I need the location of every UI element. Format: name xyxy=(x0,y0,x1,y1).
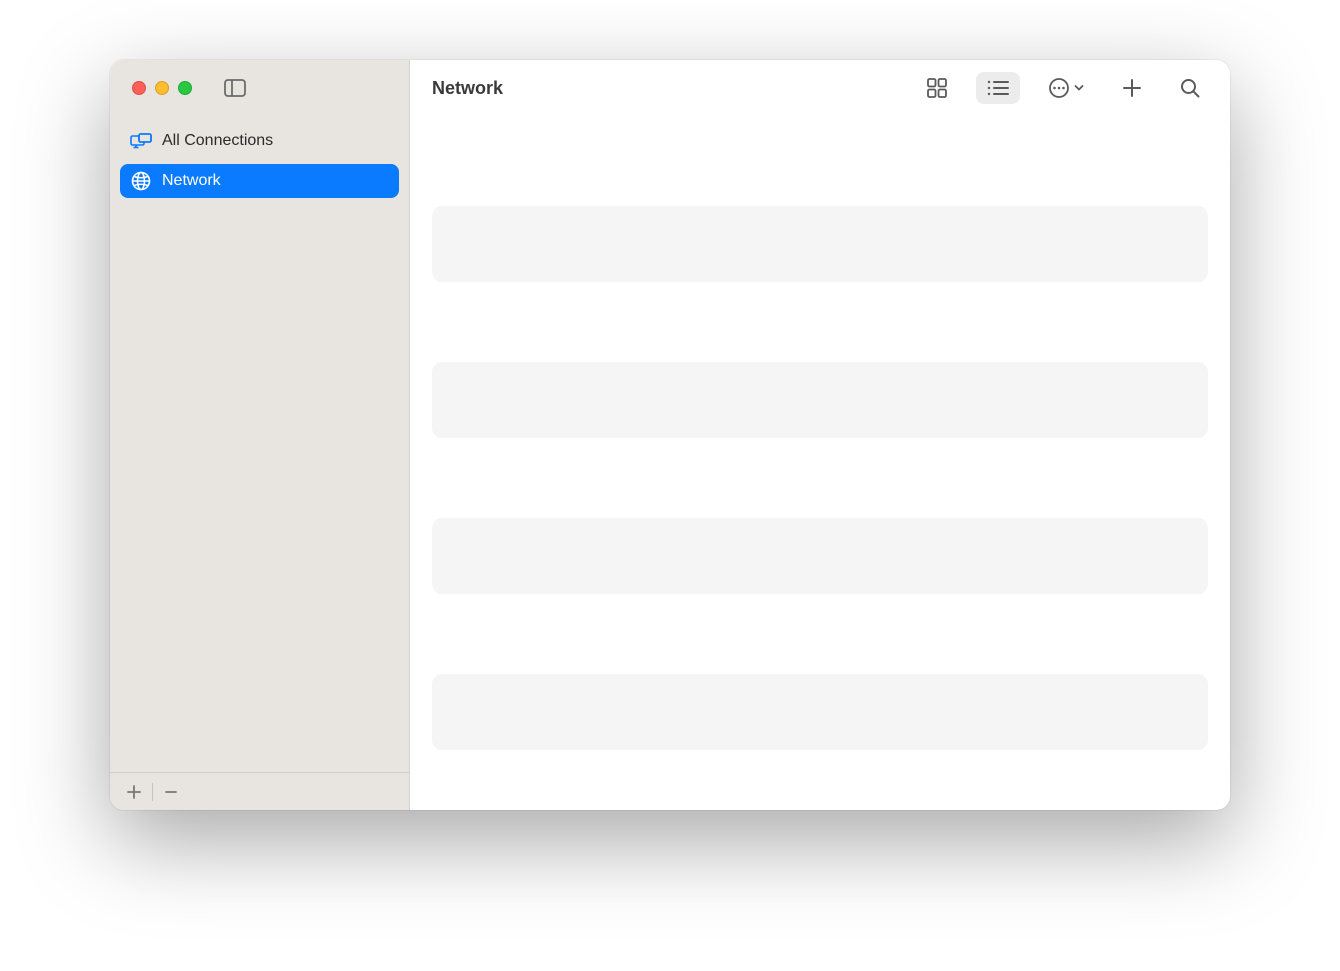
content-area xyxy=(410,116,1230,810)
sidebar-icon xyxy=(224,79,246,97)
search-button[interactable] xyxy=(1170,72,1210,104)
sidebar-item-all-connections[interactable]: All Connections xyxy=(120,124,399,158)
ellipsis-circle-icon xyxy=(1048,77,1070,99)
sidebar: All Connections Network xyxy=(110,60,410,810)
sidebar-item-label: Network xyxy=(162,172,221,190)
list-item[interactable] xyxy=(432,518,1208,594)
view-grid-button[interactable] xyxy=(916,72,958,104)
close-window-button[interactable] xyxy=(132,81,146,95)
grid-icon xyxy=(926,77,948,99)
window-controls xyxy=(132,81,192,95)
toolbar-actions xyxy=(916,72,1210,104)
chevron-down-icon xyxy=(1074,83,1084,93)
app-window: All Connections Network xyxy=(110,60,1230,810)
list-item[interactable] xyxy=(432,674,1208,750)
sidebar-list: All Connections Network xyxy=(110,116,409,772)
globe-icon xyxy=(130,171,152,191)
displays-icon xyxy=(130,133,152,149)
sidebar-footer xyxy=(110,772,409,810)
sidebar-item-network[interactable]: Network xyxy=(120,164,399,198)
page-title: Network xyxy=(432,78,503,99)
add-sidebar-item-button[interactable] xyxy=(120,778,148,806)
more-options-button[interactable] xyxy=(1038,72,1094,104)
remove-sidebar-item-button[interactable] xyxy=(157,778,185,806)
search-icon xyxy=(1180,78,1200,98)
add-button[interactable] xyxy=(1112,72,1152,104)
main-panel: Network xyxy=(410,60,1230,810)
fullscreen-window-button[interactable] xyxy=(178,81,192,95)
view-list-button[interactable] xyxy=(976,72,1020,104)
toggle-sidebar-button[interactable] xyxy=(224,79,246,97)
divider xyxy=(152,783,153,801)
minus-icon xyxy=(164,785,178,799)
minimize-window-button[interactable] xyxy=(155,81,169,95)
list-item[interactable] xyxy=(432,206,1208,282)
titlebar xyxy=(110,60,409,116)
plus-icon xyxy=(1122,78,1142,98)
list-item[interactable] xyxy=(432,362,1208,438)
toolbar: Network xyxy=(410,60,1230,116)
list-icon xyxy=(986,79,1010,97)
plus-icon xyxy=(127,785,141,799)
sidebar-item-label: All Connections xyxy=(162,132,273,150)
